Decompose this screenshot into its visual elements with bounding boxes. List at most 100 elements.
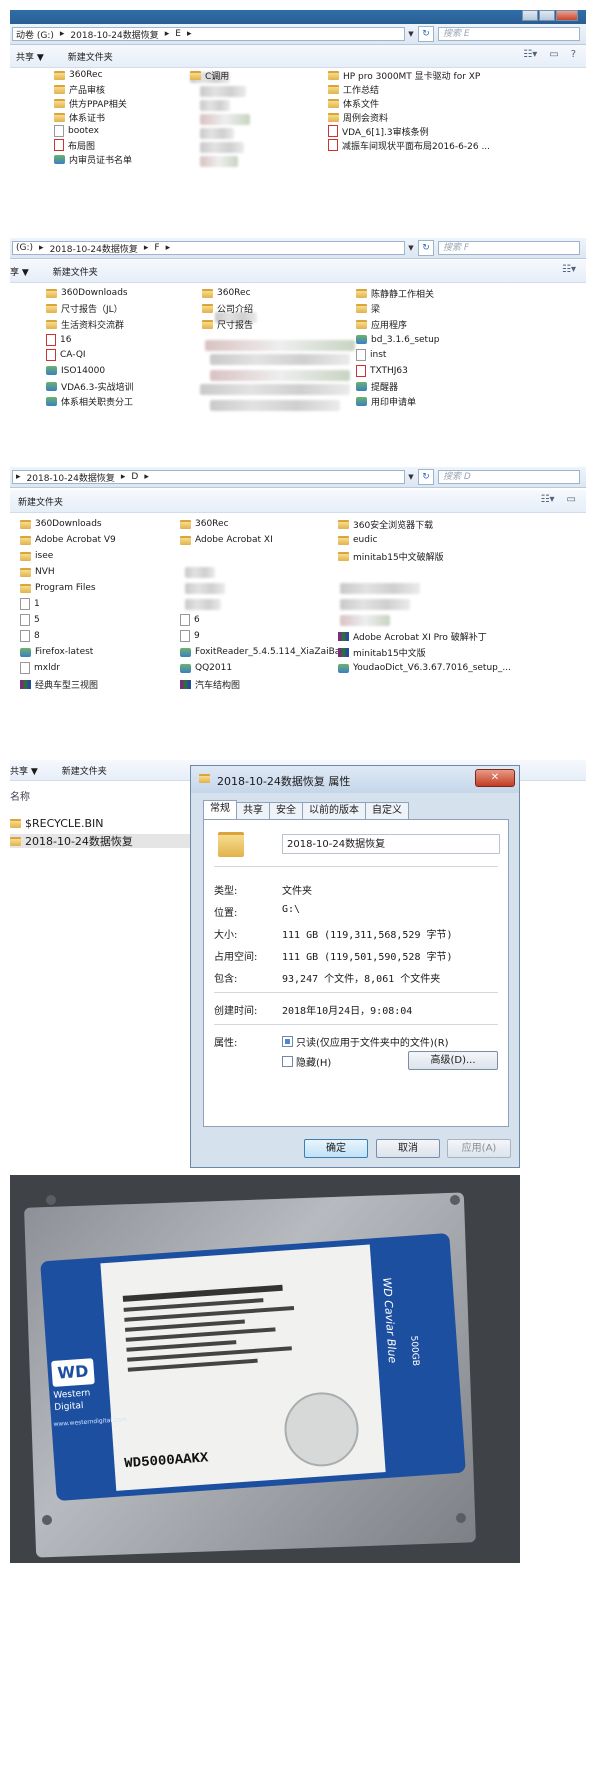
preview-pane-icon[interactable]: ▭ (567, 494, 576, 505)
file-item[interactable]: 9 (180, 629, 200, 643)
history-dropdown[interactable]: ▼ (405, 244, 417, 252)
breadcrumb-item[interactable]: 2018-10-24数据恢复 (27, 471, 115, 484)
checkbox-icon[interactable] (282, 1056, 293, 1067)
file-item[interactable]: VDA_6[1].3审核条例 (328, 124, 429, 138)
advanced-button[interactable]: 高级(D)... (408, 1051, 498, 1070)
list-item-selected[interactable]: 2018-10-24数据恢复 (10, 834, 190, 848)
refresh-icon[interactable]: ↻ (418, 469, 434, 485)
file-item[interactable]: QQ2011 (180, 661, 232, 675)
preview-pane-icon[interactable]: ▭ (549, 49, 558, 60)
file-item[interactable]: 360Rec (180, 517, 229, 531)
file-item[interactable]: 陈静静工作相关 (356, 286, 434, 300)
file-item[interactable]: eudic (338, 533, 377, 547)
minimize-icon[interactable] (522, 10, 538, 21)
file-item[interactable]: 用印申请单 (356, 395, 416, 409)
file-item[interactable]: 360Downloads (20, 517, 102, 531)
file-item[interactable]: Program Files (20, 581, 96, 595)
tab-previous-versions[interactable]: 以前的版本 (302, 802, 366, 819)
file-item[interactable]: FoxitReader_5.4.5.114_XiaZaiBa (180, 645, 340, 659)
share-button[interactable]: 享 ▼ (10, 265, 29, 278)
file-item[interactable]: minitab15中文破解版 (338, 549, 444, 563)
help-icon[interactable]: ? (571, 49, 576, 60)
breadcrumb[interactable]: 动卷 (G:) ▸ 2018-10-24数据恢复 ▸ E ▸ (12, 27, 405, 41)
file-item[interactable]: VDA6.3-实战培训 (46, 379, 134, 393)
view-options-icon[interactable]: ☷▾ (523, 49, 537, 60)
close-icon[interactable] (556, 10, 578, 21)
file-item[interactable]: 体系相关职责分工 (46, 395, 133, 409)
list-item[interactable]: $RECYCLE.BIN (10, 816, 103, 830)
file-item[interactable]: 尺寸报告（JL） (46, 302, 123, 316)
file-item[interactable]: 汽车结构图 (180, 677, 240, 691)
history-dropdown[interactable]: ▼ (405, 30, 417, 38)
tab-general[interactable]: 常规 (203, 800, 237, 819)
file-item[interactable]: CA-QI (46, 348, 86, 362)
new-folder-button[interactable]: 新建文件夹 (68, 50, 113, 63)
file-item[interactable]: NVH (20, 565, 55, 579)
file-item[interactable]: 产品审核 (54, 82, 105, 96)
cancel-button[interactable]: 取消 (376, 1139, 440, 1158)
file-item[interactable]: 尺寸报告 (202, 317, 253, 331)
file-item[interactable]: 16 (46, 333, 71, 347)
readonly-checkbox[interactable]: 只读(仅应用于文件夹中的文件)(R) (282, 1034, 449, 1049)
breadcrumb-item[interactable]: D (131, 472, 138, 482)
file-item[interactable]: 360安全浏览器下载 (338, 517, 433, 531)
file-item[interactable]: 布局图 (54, 138, 95, 152)
file-item[interactable]: 周例会资料 (328, 110, 388, 124)
file-item[interactable]: mxldr (20, 661, 60, 675)
file-item[interactable]: minitab15中文版 (338, 645, 426, 659)
file-item[interactable]: TXTHJ63 (356, 364, 408, 378)
view-options-icon[interactable]: ☷▾ (562, 264, 576, 275)
breadcrumb[interactable]: ▸ 2018-10-24数据恢复 ▸ D ▸ (12, 470, 405, 484)
file-item[interactable]: 公司介绍 (202, 302, 253, 316)
file-item[interactable]: YoudaoDict_V6.3.67.7016_setup_... (338, 661, 511, 675)
file-item[interactable]: Firefox-latest (20, 645, 93, 659)
file-item[interactable]: C调用 (190, 68, 229, 82)
close-button[interactable]: ✕ (475, 769, 515, 787)
refresh-icon[interactable]: ↻ (418, 240, 434, 256)
file-item[interactable]: 360Downloads (46, 286, 128, 300)
share-button[interactable]: 共享 ▼ (16, 50, 44, 63)
file-item[interactable]: HP pro 3000MT 显卡驱动 for XP (328, 68, 480, 82)
view-options-icon[interactable]: ☷▾ (541, 494, 555, 505)
checkbox-icon[interactable] (282, 1036, 293, 1047)
file-item[interactable]: 内审员证书名单 (54, 152, 132, 166)
breadcrumb-item[interactable]: (G:) (16, 243, 33, 253)
file-item[interactable]: 体系证书 (54, 110, 105, 124)
file-item[interactable]: bd_3.1.6_setup (356, 333, 440, 347)
file-item[interactable]: 5 (20, 613, 40, 627)
breadcrumb-item[interactable]: 动卷 (G:) (16, 28, 54, 41)
new-folder-button[interactable]: 新建文件夹 (62, 764, 107, 777)
breadcrumb-item[interactable]: 2018-10-24数据恢复 (70, 28, 158, 41)
apply-button[interactable]: 应用(A) (447, 1139, 511, 1158)
maximize-icon[interactable] (539, 10, 555, 21)
file-item[interactable]: 生活资料交流群 (46, 317, 124, 331)
new-folder-button[interactable]: 新建文件夹 (18, 495, 63, 508)
file-item[interactable]: 经典车型三视图 (20, 677, 98, 691)
search-input[interactable]: 搜索 E (438, 27, 580, 41)
file-item[interactable]: 1 (20, 597, 40, 611)
file-item[interactable]: 体系文件 (328, 96, 379, 110)
file-item[interactable]: bootex (54, 124, 99, 138)
file-item[interactable]: ISO14000 (46, 364, 105, 378)
column-header-name[interactable]: 名称 (10, 788, 30, 803)
search-input[interactable]: 搜索 F (438, 241, 580, 255)
hidden-checkbox[interactable]: 隐藏(H) (282, 1054, 331, 1069)
file-item[interactable]: 6 (180, 613, 200, 627)
file-item[interactable]: isee (20, 549, 53, 563)
file-item[interactable]: 减振车间现状平面布局2016-6-26 ... (328, 138, 490, 152)
refresh-icon[interactable]: ↻ (418, 26, 434, 42)
file-item[interactable]: 工作总结 (328, 82, 379, 96)
file-item[interactable]: 360Rec (54, 68, 103, 82)
file-item[interactable]: 提醒器 (356, 379, 398, 393)
tab-sharing[interactable]: 共享 (236, 802, 270, 819)
file-item[interactable]: Adobe Acrobat XI Pro 破解补丁 (338, 629, 487, 643)
file-item[interactable]: inst (356, 348, 386, 362)
breadcrumb-item[interactable]: E (175, 29, 181, 39)
file-item[interactable]: 应用程序 (356, 317, 407, 331)
share-button[interactable]: 共享 ▼ (10, 764, 38, 777)
breadcrumb[interactable]: (G:) ▸ 2018-10-24数据恢复 ▸ F ▸ (12, 241, 405, 255)
file-item[interactable]: 8 (20, 629, 40, 643)
file-item[interactable]: 供方PPAP相关 (54, 96, 127, 110)
new-folder-button[interactable]: 新建文件夹 (53, 265, 98, 278)
file-item[interactable]: Adobe Acrobat XI (180, 533, 273, 547)
